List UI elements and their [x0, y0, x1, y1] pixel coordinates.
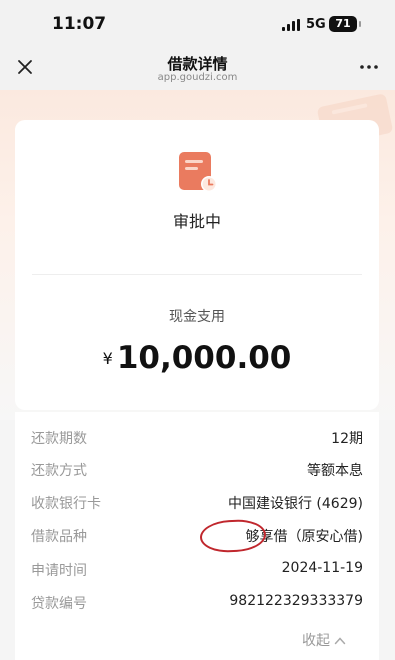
detail-value: 12期 [331, 431, 363, 447]
battery-icon: 71 [329, 16, 361, 32]
detail-value: 够享借（原安心借) [245, 529, 363, 545]
signal-icon [282, 19, 302, 31]
detail-row: 还款期数 12期 [31, 428, 363, 448]
currency-symbol: ¥ [102, 349, 113, 368]
status-time: 11:07 [52, 14, 107, 34]
loan-purpose: 现金支用 [169, 309, 225, 325]
chevron-up-icon [334, 637, 346, 645]
detail-row: 贷款编号 982122329333379 [31, 593, 363, 613]
page-title: 借款详情 [167, 55, 228, 73]
loan-summary-card: 审批中 现金支用 ¥10,000.00 [15, 120, 379, 410]
more-button[interactable] [357, 56, 381, 78]
page-url: app.goudzi.com [157, 72, 238, 83]
detail-value: 中国建设银行 (4629) [227, 496, 363, 512]
amount-value: 10,000.00 [116, 340, 292, 376]
detail-value: 2024-11-19 [281, 560, 363, 576]
detail-label: 还款期数 [31, 431, 87, 447]
divider [32, 274, 362, 275]
approval-status: 审批中 [172, 212, 221, 231]
detail-row: 申请时间 2024-11-19 [31, 560, 363, 580]
collapse-label: 收起 [302, 633, 330, 649]
loan-amount: ¥10,000.00 [15, 340, 379, 376]
loan-details-list: 还款期数 12期 还款方式 等额本息 收款银行卡 中国建设银行 (4629) 借… [15, 412, 379, 660]
detail-row: 还款方式 等额本息 [31, 460, 363, 480]
nav-bar: 借款详情 app.goudzi.com [0, 48, 395, 90]
battery-level: 71 [335, 17, 351, 30]
network-type: 5G [306, 17, 326, 32]
detail-label: 还款方式 [31, 463, 87, 479]
detail-label: 贷款编号 [31, 596, 87, 612]
document-pending-icon [179, 152, 217, 192]
detail-value: 等额本息 [307, 463, 363, 479]
status-bar: 11:07 5G 71 [0, 0, 395, 48]
detail-label: 申请时间 [31, 563, 87, 579]
more-icon [360, 65, 378, 69]
collapse-button[interactable]: 收起 [302, 630, 346, 650]
detail-label: 收款银行卡 [31, 496, 101, 512]
detail-value: 982122329333379 [229, 593, 363, 609]
detail-label: 借款品种 [31, 529, 87, 545]
detail-row: 收款银行卡 中国建设银行 (4629) [31, 493, 363, 513]
detail-row: 借款品种 够享借（原安心借) [31, 526, 363, 546]
